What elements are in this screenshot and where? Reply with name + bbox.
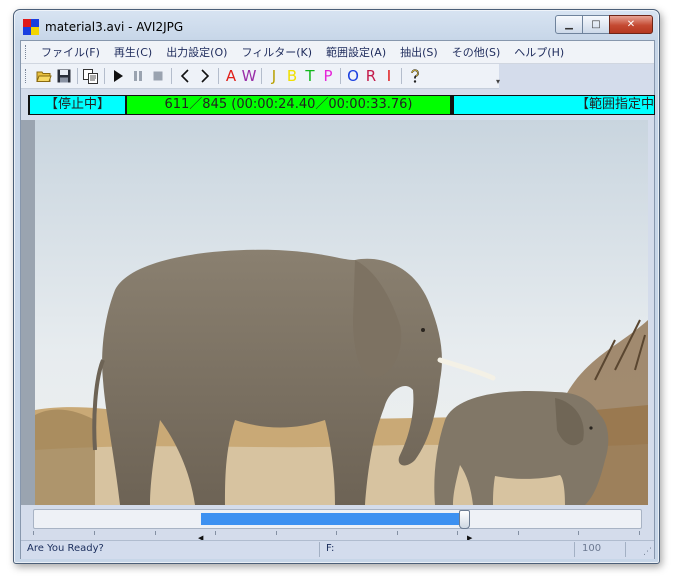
title-bar[interactable]: material3.avi - AVI2JPG ▁ □ ✕ <box>14 10 659 40</box>
range-mode-badge: 【範囲指定中 <box>454 96 654 114</box>
next-icon <box>201 69 210 83</box>
seek-slider[interactable] <box>33 509 642 529</box>
toolbar-letter-b-button[interactable]: B <box>283 66 301 86</box>
status-field-label: F: <box>326 543 335 554</box>
pause-icon <box>134 71 142 81</box>
zoom-level: 100 <box>582 543 602 554</box>
save-button[interactable] <box>54 66 74 86</box>
toolbar: A W J B T P O R I <box>21 64 499 89</box>
open-folder-button[interactable] <box>34 66 54 86</box>
toolbar-letter-o-button[interactable]: O <box>344 66 362 86</box>
playback-state-badge: 【停止中】 <box>30 96 125 114</box>
status-message: Are You Ready? <box>27 543 104 554</box>
menubar-grip[interactable] <box>25 45 29 59</box>
toolbar-letter-a-button[interactable]: A <box>222 66 240 86</box>
open-folder-icon <box>36 71 52 82</box>
resize-grip-icon[interactable]: ⋰ <box>642 547 652 557</box>
maximize-icon: □ <box>591 19 601 30</box>
menu-range-settings[interactable]: 範囲設定(A) <box>319 44 393 60</box>
toolbar-letter-p-button[interactable]: P <box>319 66 337 86</box>
toolbar-letter-w-button[interactable]: W <box>240 66 258 86</box>
prev-icon <box>180 69 189 83</box>
toolbar-separator <box>77 68 78 84</box>
toolbar-separator <box>171 68 172 84</box>
stop-icon <box>153 71 163 81</box>
app-window: material3.avi - AVI2JPG ▁ □ ✕ ファイル(F) 再生… <box>13 9 660 564</box>
toolbar-letter-i-button[interactable]: I <box>380 66 398 86</box>
close-button[interactable]: ✕ <box>609 15 653 34</box>
save-icon <box>57 69 71 83</box>
menu-other[interactable]: その他(S) <box>445 44 508 60</box>
status-bar: Are You Ready? F: 100 ⋰ <box>21 540 654 559</box>
maximize-button[interactable]: □ <box>582 15 610 34</box>
toolbar-separator <box>401 68 402 84</box>
toolbar-overflow-button[interactable]: ▾ <box>493 66 503 86</box>
menu-help[interactable]: ヘルプ(H) <box>507 44 571 60</box>
app-icon[interactable] <box>23 19 39 35</box>
pause-button[interactable] <box>128 66 148 86</box>
menu-extract[interactable]: 抽出(S) <box>393 44 445 60</box>
chevron-down-icon: ▾ <box>495 77 500 86</box>
menu-play[interactable]: 再生(C) <box>107 44 159 60</box>
video-frame[interactable] <box>35 120 648 505</box>
toolbar-separator <box>218 68 219 84</box>
client-area: ファイル(F) 再生(C) 出力設定(O) フィルター(K) 範囲設定(A) 抽… <box>20 40 655 559</box>
frame-counter: 611／845 (00:00:24.40／00:00:33.76) <box>127 96 450 114</box>
minimize-button[interactable]: ▁ <box>555 15 583 34</box>
seek-ticks <box>33 531 640 537</box>
seek-thumb[interactable] <box>458 510 470 529</box>
toolbar-separator <box>104 68 105 84</box>
menu-file[interactable]: ファイル(F) <box>34 44 107 60</box>
toolbar-separator <box>261 68 262 84</box>
help-button[interactable] <box>405 66 425 86</box>
toolbar-grip[interactable] <box>25 69 29 83</box>
toolbar-letter-t-button[interactable]: T <box>301 66 319 86</box>
toolbar-letter-j-button[interactable]: J <box>265 66 283 86</box>
video-frame-image <box>35 120 648 505</box>
menu-output-settings[interactable]: 出力設定(O) <box>159 44 234 60</box>
window-title: material3.avi - AVI2JPG <box>45 20 184 34</box>
prev-frame-button[interactable] <box>175 66 195 86</box>
status-display: 【停止中】 611／845 (00:00:24.40／00:00:33.76) … <box>28 95 655 115</box>
selected-range-bar <box>200 513 468 525</box>
menu-filter[interactable]: フィルター(K) <box>234 44 319 60</box>
help-icon <box>411 69 419 83</box>
play-icon <box>114 70 123 82</box>
stop-button[interactable] <box>148 66 168 86</box>
next-frame-button[interactable] <box>195 66 215 86</box>
close-icon: ✕ <box>626 19 636 30</box>
toolbar-separator <box>340 68 341 84</box>
copy-icon <box>83 68 98 84</box>
video-margin <box>21 120 35 505</box>
toolbar-letter-r-button[interactable]: R <box>362 66 380 86</box>
play-button[interactable] <box>108 66 128 86</box>
minimize-icon: ▁ <box>565 19 573 30</box>
copy-button[interactable] <box>81 66 101 86</box>
menu-bar: ファイル(F) 再生(C) 出力設定(O) フィルター(K) 範囲設定(A) 抽… <box>21 41 654 64</box>
